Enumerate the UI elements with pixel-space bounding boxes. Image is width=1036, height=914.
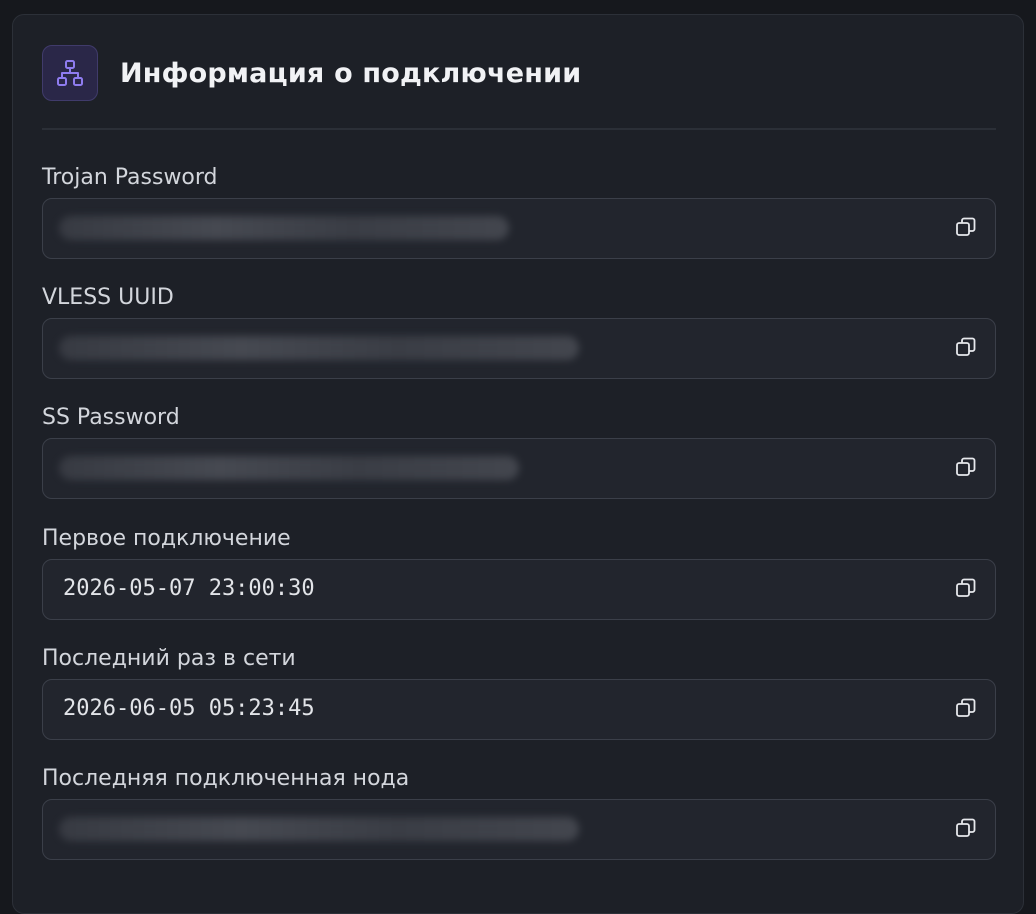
last-node-field[interactable] xyxy=(42,799,996,860)
copy-button[interactable] xyxy=(953,456,979,482)
copy-icon xyxy=(955,577,977,603)
masked-value xyxy=(59,817,579,841)
last-online-field[interactable]: 2026-06-05 05:23:45 xyxy=(42,679,996,740)
masked-value xyxy=(59,336,579,360)
card-header: Информация о подключении xyxy=(42,44,581,102)
copy-button[interactable] xyxy=(953,336,979,362)
field-label: SS Password xyxy=(42,405,180,430)
copy-button[interactable] xyxy=(953,216,979,242)
copy-icon xyxy=(955,456,977,482)
masked-value xyxy=(59,216,509,240)
copy-icon xyxy=(955,216,977,242)
card-title: Информация о подключении xyxy=(120,57,582,89)
field-label: Последняя подключенная нода xyxy=(42,766,410,791)
copy-icon xyxy=(955,817,977,843)
field-label: Последний раз в сети xyxy=(42,646,296,671)
copy-button[interactable] xyxy=(953,697,979,723)
header-divider xyxy=(42,128,996,130)
last-online-value: 2026-06-05 05:23:45 xyxy=(63,696,315,721)
trojan-password-field[interactable] xyxy=(42,198,996,259)
copy-icon xyxy=(955,697,977,723)
vless-uuid-field[interactable] xyxy=(42,318,996,379)
copy-button[interactable] xyxy=(953,817,979,843)
first-connection-value: 2026-05-07 23:00:30 xyxy=(63,576,315,601)
network-icon xyxy=(42,45,98,101)
first-connection-field[interactable]: 2026-05-07 23:00:30 xyxy=(42,559,996,620)
field-label: VLESS UUID xyxy=(42,285,174,310)
ss-password-field[interactable] xyxy=(42,438,996,499)
copy-button[interactable] xyxy=(953,577,979,603)
copy-icon xyxy=(955,336,977,362)
field-label: Первое подключение xyxy=(42,526,291,551)
connection-info-card: Информация о подключении Trojan Password… xyxy=(12,14,1024,914)
field-label: Trojan Password xyxy=(42,165,218,190)
masked-value xyxy=(59,456,519,480)
